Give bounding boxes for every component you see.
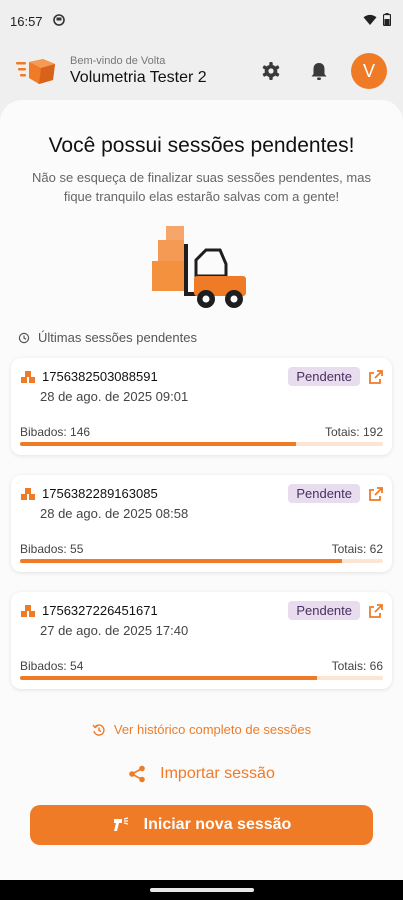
session-progress-bar	[20, 559, 383, 563]
status-badge: Pendente	[288, 484, 360, 503]
history-link-label: Ver histórico completo de sessões	[113, 722, 312, 737]
totais-count: Totais: 62	[331, 542, 383, 556]
settings-button[interactable]	[255, 55, 287, 87]
session-date: 28 de ago. de 2025 08:58	[40, 506, 189, 521]
progress-fill	[20, 676, 317, 680]
import-session-label: Importar sessão	[160, 765, 275, 782]
session-date: 28 de ago. de 2025 09:01	[40, 389, 189, 404]
start-new-session-label: Iniciar nova sessão	[143, 816, 292, 833]
section-label: Últimas sessões pendentes	[38, 330, 197, 345]
section-header: Últimas sessões pendentes	[18, 330, 197, 345]
session-card[interactable]: 1756327226451671 Pendente 27 de ago. de …	[11, 592, 392, 689]
bell-icon	[311, 63, 327, 80]
greeting-text: Bem-vindo de Volta	[70, 55, 166, 67]
bipados-count: Bibados: 55	[20, 542, 84, 556]
session-id: 1756382289163085	[42, 486, 158, 501]
page-title: Você possui sessões pendentes!	[48, 134, 355, 157]
totais-count: Totais: 192	[324, 425, 383, 439]
session-id: 1756327226451671	[42, 603, 158, 618]
app-notification-icon	[52, 13, 65, 29]
session-id: 1756382503088591	[42, 369, 158, 384]
status-time: 16:57	[10, 13, 43, 29]
session-progress-bar	[20, 442, 383, 446]
totais-count: Totais: 66	[331, 659, 383, 673]
open-external-icon[interactable]	[368, 369, 384, 385]
bipados-count: Bibados: 54	[20, 659, 84, 673]
avatar[interactable]: V	[351, 53, 387, 89]
main-sheet: Você possui sessões pendentes! Não se es…	[0, 100, 403, 880]
history-link[interactable]: Ver histórico completo de sessões	[0, 722, 403, 737]
session-card[interactable]: 1756382289163085 Pendente 28 de ago. de …	[11, 475, 392, 572]
share-icon	[129, 765, 145, 783]
notifications-button[interactable]	[303, 55, 335, 87]
progress-fill	[20, 559, 342, 563]
session-date: 27 de ago. de 2025 17:40	[40, 623, 189, 638]
status-bar: 16:57	[0, 0, 403, 42]
boxes-icon	[21, 604, 35, 617]
battery-icon	[382, 13, 392, 29]
wifi-icon	[363, 14, 377, 29]
history-icon	[92, 723, 105, 736]
barcode-scanner-icon	[113, 817, 128, 831]
user-name: Volumetria Tester 2	[70, 69, 207, 86]
bipados-count: Bibados: 146	[20, 425, 91, 439]
clock-history-icon	[18, 332, 30, 343]
app-header: Bem-vindo de Volta Volumetria Tester 2 V	[0, 42, 403, 100]
home-gesture-handle[interactable]	[150, 888, 254, 892]
open-external-icon[interactable]	[368, 603, 384, 619]
status-badge: Pendente	[288, 367, 360, 386]
status-badge: Pendente	[288, 601, 360, 620]
start-new-session-button[interactable]: Iniciar nova sessão	[30, 805, 373, 845]
app-logo-icon	[16, 59, 55, 84]
boxes-icon	[21, 487, 35, 500]
session-card[interactable]: 1756382503088591 Pendente 28 de ago. de …	[11, 358, 392, 455]
import-session-button[interactable]: Importar sessão	[0, 765, 403, 783]
session-progress-bar	[20, 676, 383, 680]
gear-icon	[262, 62, 280, 80]
system-navigation-bar	[0, 880, 403, 900]
page-subtitle: Não se esqueça de finalizar suas sessões…	[32, 170, 371, 204]
progress-fill	[20, 442, 296, 446]
open-external-icon[interactable]	[368, 486, 384, 502]
boxes-icon	[21, 370, 35, 383]
forklift-illustration	[152, 226, 246, 308]
